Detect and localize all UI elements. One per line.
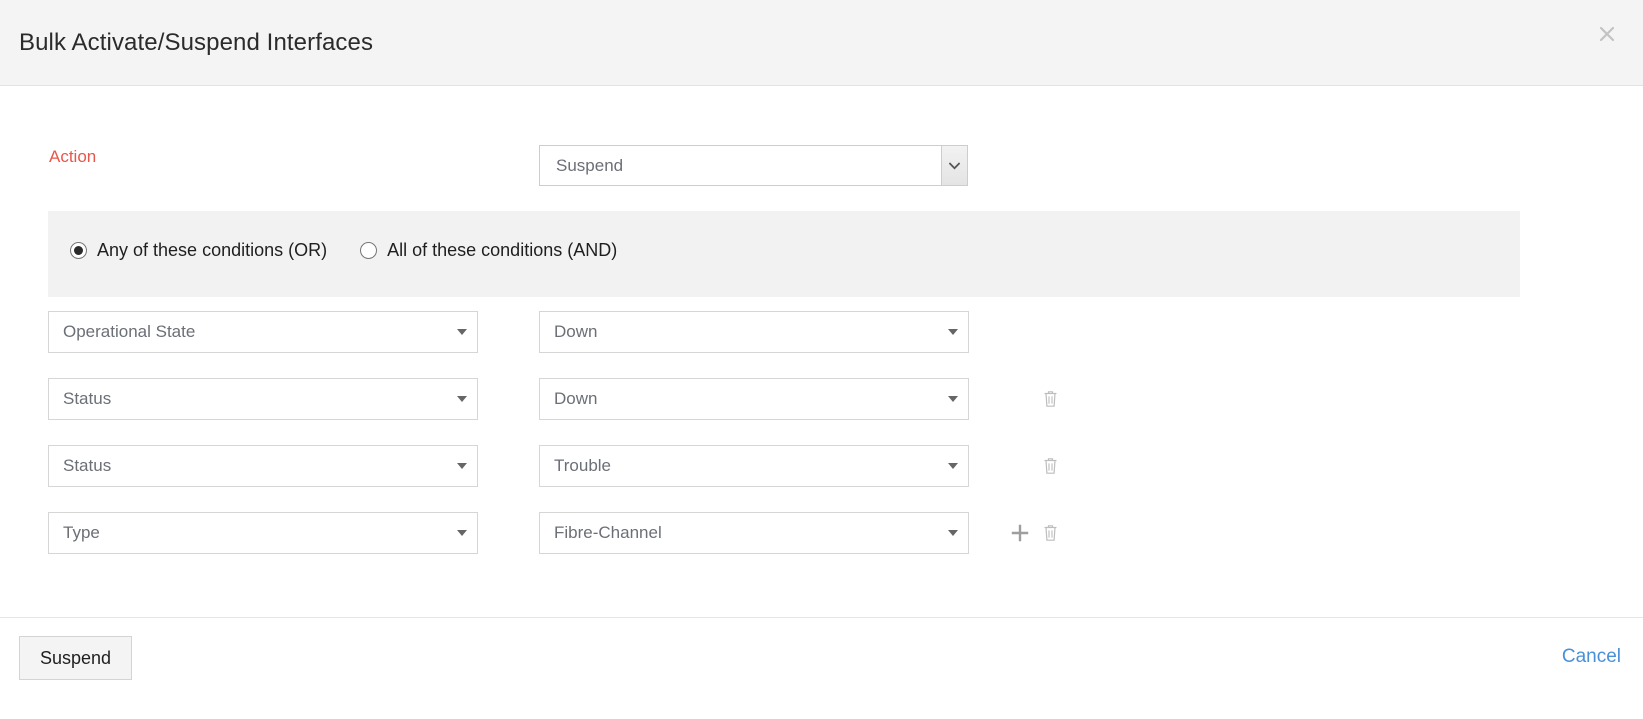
action-select[interactable]: Suspend [539, 145, 968, 186]
caret-down-icon [938, 462, 968, 470]
action-row: Action Suspend [0, 87, 1643, 187]
condition-field-value: Status [49, 456, 447, 476]
condition-row: Operational State Down [0, 311, 1643, 378]
condition-row-actions [1005, 512, 1065, 554]
radio-label-any: Any of these conditions (OR) [97, 240, 327, 261]
conditions-operator-band: Any of these conditions (OR) All of thes… [48, 211, 1520, 297]
caret-down-icon [938, 328, 968, 336]
dialog-body: Action Suspend Any of these conditions (… [0, 87, 1643, 617]
action-select-value: Suspend [540, 156, 941, 176]
condition-field-value: Type [49, 523, 447, 543]
chevron-down-icon [941, 146, 967, 185]
delete-condition-button[interactable] [1035, 384, 1065, 414]
condition-field-value: Operational State [49, 322, 447, 342]
add-condition-button[interactable] [1005, 518, 1035, 548]
condition-row: Status Trouble [0, 445, 1643, 512]
condition-row: Status Down [0, 378, 1643, 445]
delete-condition-button[interactable] [1035, 451, 1065, 481]
radio-mark-any [70, 242, 87, 259]
caret-down-icon [447, 462, 477, 470]
condition-field-select[interactable]: Type [48, 512, 478, 554]
suspend-button[interactable]: Suspend [19, 636, 132, 680]
condition-value-text: Down [540, 322, 938, 342]
condition-rows: Operational State Down Status [0, 311, 1643, 579]
caret-down-icon [447, 529, 477, 537]
condition-field-value: Status [49, 389, 447, 409]
dialog-header: Bulk Activate/Suspend Interfaces [0, 0, 1643, 86]
caret-down-icon [938, 395, 968, 403]
action-select-wrapper: Suspend [539, 145, 968, 186]
caret-down-icon [447, 395, 477, 403]
close-icon[interactable] [1593, 20, 1621, 48]
condition-value-text: Fibre-Channel [540, 523, 938, 543]
radio-all-of-these-conditions[interactable]: All of these conditions (AND) [360, 240, 617, 261]
radio-mark-all [360, 242, 377, 259]
radio-any-of-these-conditions[interactable]: Any of these conditions (OR) [70, 240, 327, 261]
add-condition-spacer [1005, 384, 1035, 414]
condition-operator-radio-group: Any of these conditions (OR) All of thes… [70, 240, 650, 261]
condition-field-select[interactable]: Status [48, 445, 478, 487]
condition-value-text: Trouble [540, 456, 938, 476]
delete-condition-button[interactable] [1035, 518, 1065, 548]
condition-value-select[interactable]: Fibre-Channel [539, 512, 969, 554]
condition-row-actions [1005, 378, 1065, 420]
cancel-link[interactable]: Cancel [1562, 646, 1621, 668]
radio-label-all: All of these conditions (AND) [387, 240, 617, 261]
condition-field-select[interactable]: Status [48, 378, 478, 420]
condition-row: Type Fibre-Channel [0, 512, 1643, 579]
condition-value-select[interactable]: Down [539, 378, 969, 420]
condition-field-select[interactable]: Operational State [48, 311, 478, 353]
add-condition-spacer [1005, 451, 1035, 481]
condition-value-select[interactable]: Trouble [539, 445, 969, 487]
condition-value-text: Down [540, 389, 938, 409]
caret-down-icon [447, 328, 477, 336]
caret-down-icon [938, 529, 968, 537]
page-title: Bulk Activate/Suspend Interfaces [19, 29, 373, 57]
condition-value-select[interactable]: Down [539, 311, 969, 353]
action-label: Action [49, 147, 96, 167]
dialog-footer: Suspend Cancel [0, 617, 1643, 719]
condition-row-actions [1005, 445, 1065, 487]
